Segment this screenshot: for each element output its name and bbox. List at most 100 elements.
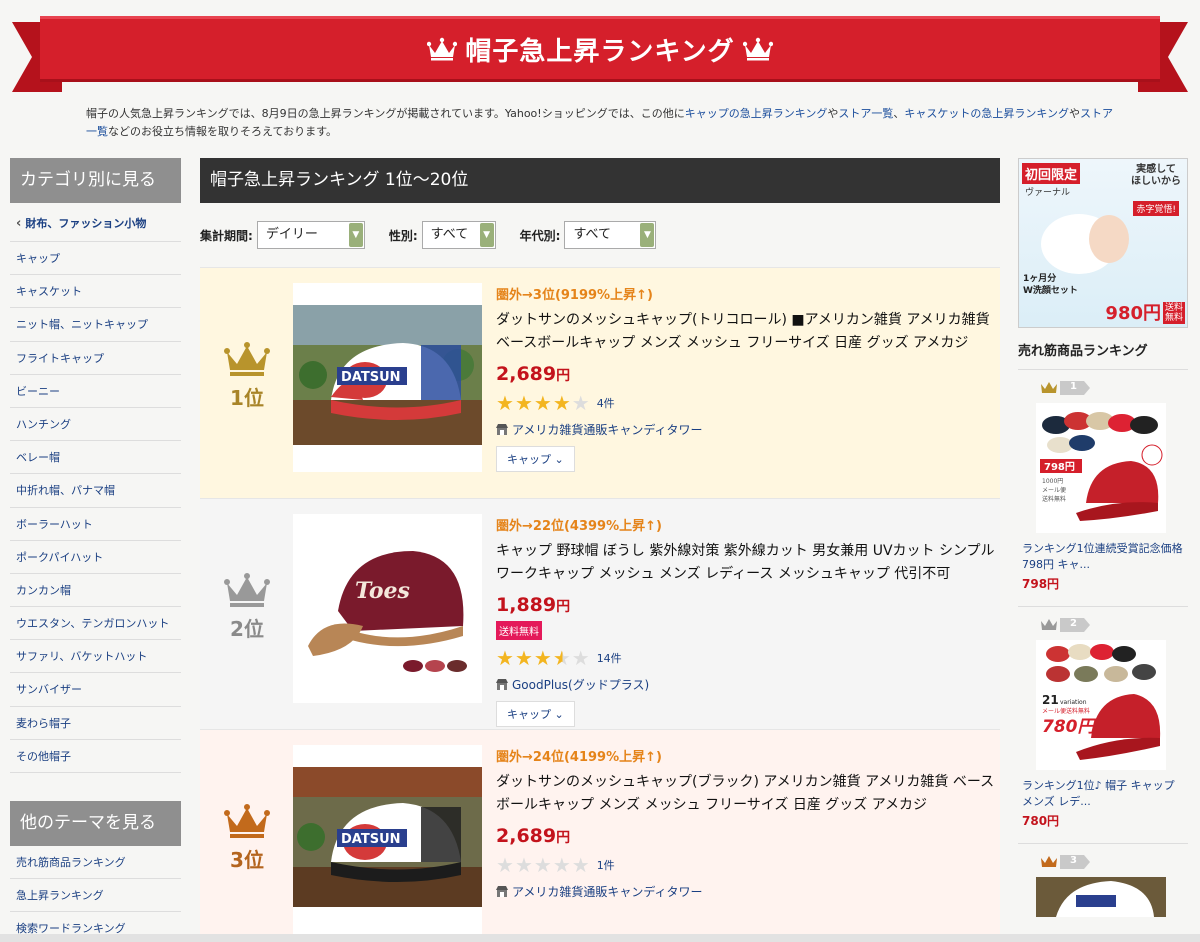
img-label: メール便 bbox=[1042, 486, 1066, 494]
theme-item[interactable]: 売れ筋商品ランキング bbox=[10, 846, 181, 880]
svg-text:DATSUN: DATSUN bbox=[341, 832, 401, 847]
product-image: 21 variation メール便送料無料 780円 bbox=[1036, 640, 1166, 770]
product-image[interactable]: Toes bbox=[293, 514, 482, 703]
sidebar-item[interactable]: その他帽子 bbox=[10, 740, 181, 773]
dropdown-arrow-icon: ▼ bbox=[640, 223, 655, 247]
crown-icon bbox=[742, 37, 773, 61]
price-value: 1,889 bbox=[496, 594, 557, 616]
right-column: 初回限定 ヴァーナル 実感して ほしいから 赤字覚悟! 1ヶ月分 W洗顔セット 9… bbox=[1018, 158, 1188, 931]
sidebar-item[interactable]: ポークパイハット bbox=[10, 541, 181, 574]
intro-part: や bbox=[827, 107, 839, 120]
rank-badge: 1 bbox=[1040, 380, 1090, 396]
free-shipping-badge: 送料無料 bbox=[496, 621, 542, 640]
sidebar-item[interactable]: ニット帽、ニットキャップ bbox=[10, 308, 181, 342]
ranking-item: 3位 DATSUN 圏外→24位(4199%上昇↑) ダットサンのメッシュキャッ… bbox=[200, 729, 1000, 942]
sidebar-item[interactable]: ウエスタン、テンガロンハット bbox=[10, 607, 181, 641]
rank-number: 2位 bbox=[230, 617, 264, 641]
casquette-ranking-link[interactable]: キャスケットの急上昇ランキング bbox=[904, 107, 1069, 120]
product-price: 780円 bbox=[1022, 814, 1060, 828]
category-sidebar: カテゴリ別に見る ‹ 財布、ファッション小物 キャップ キャスケット ニット帽、… bbox=[10, 158, 181, 942]
store-link[interactable]: アメリカ雑貨通販キャンディタワー bbox=[496, 883, 996, 900]
ad-copy-line: ほしいから bbox=[1131, 176, 1181, 187]
svg-text:Toes: Toes bbox=[355, 578, 410, 604]
rank-badge: 2位 bbox=[222, 571, 272, 642]
store-name: GoodPlus(グッドプラス) bbox=[512, 678, 650, 692]
product-title-link[interactable]: ダットサンのメッシュキャップ(ブラック) アメリカン雑貨 アメリカ雑貨 ベースボ… bbox=[496, 771, 996, 817]
sidebar-item[interactable]: ビーニー bbox=[10, 375, 181, 408]
product-image[interactable]: DATSUN bbox=[293, 745, 482, 934]
period-select[interactable]: デイリー ▼ bbox=[256, 221, 365, 249]
sidebar-item[interactable]: 中折れ帽、パナマ帽 bbox=[10, 474, 181, 508]
category-tag-button[interactable]: キャップ ⌄ bbox=[496, 701, 575, 727]
product-name-link[interactable]: ランキング1位連続受賞記念価格798円 キャ... bbox=[1018, 541, 1188, 573]
age-label: 年代別: bbox=[519, 228, 561, 243]
sidebar-item[interactable]: 麦わら帽子 bbox=[10, 707, 181, 740]
sidebar-item[interactable]: キャスケット bbox=[10, 275, 181, 309]
ribbon: 帽子急上昇ランキング bbox=[40, 16, 1160, 82]
tag-label: キャップ bbox=[507, 708, 551, 721]
bestseller-item[interactable]: 3 bbox=[1018, 844, 1188, 931]
store-list-link[interactable]: ストア一覧 bbox=[838, 107, 893, 120]
img-label: メール便送料無料 bbox=[1042, 707, 1090, 715]
img-label: 780円 bbox=[1042, 717, 1097, 737]
sidebar-item[interactable]: フライトキャップ bbox=[10, 342, 181, 375]
store-name: アメリカ雑貨通販キャンディタワー bbox=[512, 885, 703, 899]
foam-illustration bbox=[1041, 214, 1129, 274]
cap-ranking-link[interactable]: キャップの急上昇ランキング bbox=[685, 107, 828, 120]
cap-photo bbox=[1036, 877, 1166, 917]
rank-badge: 3位 bbox=[222, 802, 272, 873]
product-image bbox=[1036, 877, 1166, 917]
star-icon: ★ bbox=[533, 391, 553, 415]
sidebar-item[interactable]: ボーラーハット bbox=[10, 508, 181, 541]
sidebar-item[interactable]: ハンチング bbox=[10, 408, 181, 442]
sidebar-item[interactable]: カンカン帽 bbox=[10, 574, 181, 608]
sidebar-item[interactable]: ベレー帽 bbox=[10, 441, 181, 475]
silver-crown-icon bbox=[224, 573, 270, 607]
review-count-link[interactable]: 14件 bbox=[597, 650, 622, 666]
product-title-link[interactable]: キャップ 野球帽 ぼうし 紫外線対策 紫外線カット 男女兼用 UVカット シンプ… bbox=[496, 540, 996, 586]
rating: ★ ★ ★ ★ ★ 4件 bbox=[496, 393, 996, 413]
product-image: 798円 1000円 メール便 送料無料 bbox=[1036, 403, 1166, 533]
cap-photo: Toes bbox=[293, 536, 482, 676]
bestseller-item[interactable]: 1 798円 1000円 メール便 送料無料 ランキング1位連続受賞記念価格79… bbox=[1018, 380, 1188, 607]
category-tag-button[interactable]: キャップ ⌄ bbox=[496, 446, 575, 472]
store-link[interactable]: GoodPlus(グッドプラス) bbox=[496, 676, 996, 693]
review-count-link[interactable]: 1件 bbox=[597, 857, 615, 873]
sidebar-item[interactable]: キャップ bbox=[10, 242, 181, 276]
rank-number: 1位 bbox=[230, 386, 264, 410]
sidebar-parent-category[interactable]: ‹ 財布、ファッション小物 bbox=[10, 203, 181, 242]
sidebar-item[interactable]: サファリ、バケットハット bbox=[10, 640, 181, 674]
store-name: アメリカ雑貨通販キャンディタワー bbox=[512, 423, 703, 437]
intro-part: や bbox=[1069, 107, 1081, 120]
star-icon: ★ bbox=[514, 391, 534, 415]
star-icon: ★ bbox=[496, 391, 515, 415]
sidebar-item[interactable]: サンバイザー bbox=[10, 673, 181, 707]
price-value: 2,689 bbox=[496, 825, 557, 847]
star-empty-icon: ★ bbox=[571, 646, 591, 670]
bestseller-item[interactable]: 2 21 variation メール便送料無料 780円 ランキング1位♪ 帽子… bbox=[1018, 607, 1188, 844]
age-select[interactable]: すべて ▼ bbox=[564, 221, 657, 249]
page-title: 帽子急上昇ランキング bbox=[427, 31, 773, 68]
product-price: 2,689円 bbox=[496, 825, 996, 847]
product-name-link[interactable]: ランキング1位♪ 帽子 キャップ メンズ レデ... bbox=[1018, 778, 1188, 810]
store-link[interactable]: アメリカ雑貨通販キャンディタワー bbox=[496, 421, 996, 438]
product-image[interactable]: DATSUN bbox=[293, 283, 482, 472]
review-count-link[interactable]: 4件 bbox=[597, 395, 615, 411]
ad-set: W洗顔セット bbox=[1023, 286, 1078, 296]
ad-banner[interactable]: 初回限定 ヴァーナル 実感して ほしいから 赤字覚悟! 1ヶ月分 W洗顔セット 9… bbox=[1018, 158, 1188, 328]
gender-select[interactable]: すべて ▼ bbox=[421, 221, 496, 249]
product-title-link[interactable]: ダットサンのメッシュキャップ(トリコロール) ■アメリカン雑貨 アメリカ雑貨 ベ… bbox=[496, 309, 996, 355]
ad-free-shipping: 送料無料 bbox=[1163, 302, 1185, 324]
star-icon: ★ bbox=[552, 391, 572, 415]
intro-part: 帽子の人気急上昇ランキングでは、8月9日の急上昇ランキングが掲載されています。Y… bbox=[86, 107, 685, 120]
ranking-heading: 帽子急上昇ランキング 1位〜20位 bbox=[200, 158, 1000, 203]
chevron-down-icon: ⌄ bbox=[554, 708, 564, 721]
theme-item[interactable]: 急上昇ランキング bbox=[10, 879, 181, 913]
rank-rise: 圏外→24位(4199%上昇↑) bbox=[496, 750, 662, 765]
product-price: 798円 bbox=[1022, 577, 1060, 591]
bestseller-heading: 売れ筋商品ランキング bbox=[1018, 340, 1188, 370]
rating: ★ ★ ★ ★ ★ 14件 bbox=[496, 648, 996, 668]
period-value: デイリー bbox=[265, 227, 318, 242]
tag-label: キャップ bbox=[507, 453, 551, 466]
crown-icon bbox=[427, 37, 458, 61]
